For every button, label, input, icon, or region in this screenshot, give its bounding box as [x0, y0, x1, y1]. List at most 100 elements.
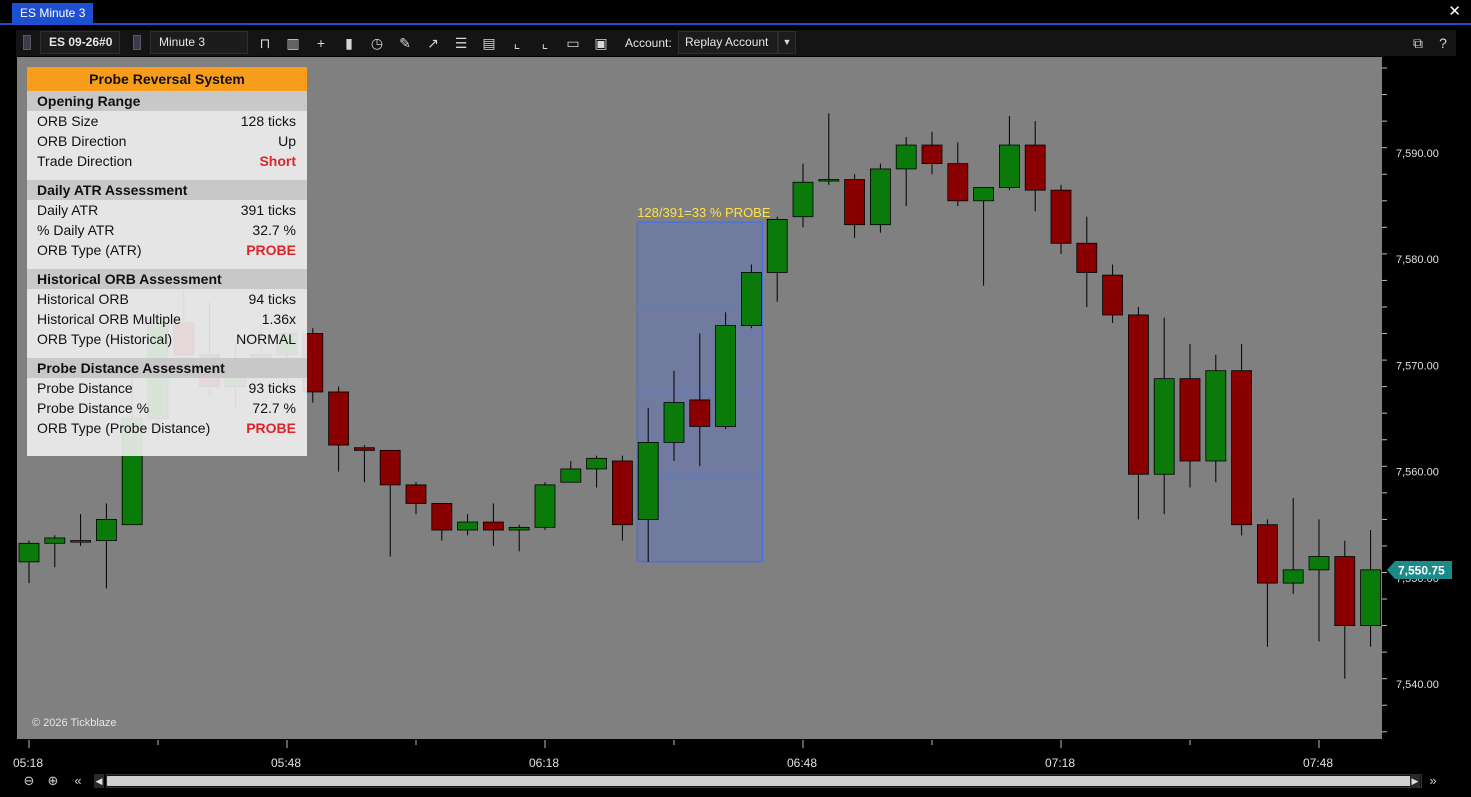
candle-up	[1308, 556, 1330, 571]
candle-up	[999, 144, 1020, 188]
candle-up	[586, 457, 607, 470]
row-value: 94 ticks	[248, 291, 296, 307]
row-probe-distance-pct: Probe Distance % 72.7 %	[27, 398, 307, 418]
candle-down	[1231, 370, 1252, 526]
candle-up	[973, 187, 994, 202]
scrollbar-thumb[interactable]	[107, 776, 1411, 786]
row-label: ORB Type (Probe Distance)	[37, 420, 211, 436]
row-orb-type-atr: ORB Type (ATR) PROBE	[27, 240, 307, 260]
row-trade-direction: Trade Direction Short	[27, 151, 307, 171]
price-tick-label: 7,590.00	[1396, 148, 1439, 160]
price-tick-label: 7,570.00	[1396, 360, 1439, 372]
chart-bottombar: ⊖ ⊕ « ◀ ▶ »	[16, 772, 1456, 790]
copyright-label: © 2026 Tickblaze	[32, 717, 117, 729]
row-value: PROBE	[246, 420, 296, 436]
current-price-label: 7,550.75	[1398, 564, 1445, 578]
candle-up	[741, 272, 762, 326]
horizontal-scrollbar[interactable]	[106, 774, 1422, 788]
section-historical-orb: Historical ORB Assessment	[27, 269, 307, 289]
candle-up	[1360, 569, 1381, 626]
candle-up	[70, 540, 91, 543]
candle-down	[612, 460, 633, 526]
price-tick-label: 7,560.00	[1396, 467, 1439, 479]
candle-up	[1282, 569, 1304, 584]
row-label: Historical ORB	[37, 291, 129, 307]
row-label: ORB Type (ATR)	[37, 242, 142, 258]
candle-down	[328, 391, 350, 446]
scroll-left-icon[interactable]: ◀	[94, 774, 104, 788]
row-label: Daily ATR	[37, 202, 99, 218]
row-historical-orb: Historical ORB 94 ticks	[27, 289, 307, 309]
rewind-icon[interactable]: «	[69, 772, 87, 790]
candle-up	[663, 402, 685, 443]
candle-up	[792, 181, 814, 218]
row-value: 391 ticks	[240, 202, 296, 218]
candle-down	[405, 484, 427, 504]
row-label: Trade Direction	[37, 153, 133, 169]
row-value: 32.7 %	[252, 222, 296, 238]
row-value: Short	[259, 153, 296, 169]
row-label: ORB Direction	[37, 133, 127, 149]
row-label: ORB Type (Historical)	[37, 331, 173, 347]
row-orb-type-probe: ORB Type (Probe Distance) PROBE	[27, 418, 307, 438]
time-tick-label: 05:18	[13, 756, 43, 770]
candle-down	[1334, 556, 1356, 626]
candle-up	[560, 468, 582, 483]
candle-down	[482, 521, 504, 531]
row-value: 72.7 %	[252, 400, 296, 416]
row-pct-daily-atr: % Daily ATR 32.7 %	[27, 220, 307, 240]
candle-down	[1024, 144, 1046, 191]
candle-down	[379, 449, 401, 486]
row-label: Probe Distance %	[37, 400, 150, 416]
candle-down	[921, 144, 943, 165]
row-label: ORB Size	[37, 113, 99, 129]
row-label: % Daily ATR	[37, 222, 115, 238]
candle-up	[508, 526, 530, 531]
row-probe-distance: Probe Distance 93 ticks	[27, 378, 307, 398]
probe-reversal-panel: Probe Reversal System Opening Range ORB …	[27, 67, 307, 456]
candle-down	[1257, 524, 1278, 584]
candle-down	[1102, 274, 1123, 316]
candle-up	[715, 325, 736, 427]
row-value: PROBE	[246, 242, 296, 258]
candle-up	[18, 542, 40, 563]
candle-up	[44, 537, 66, 544]
time-tick-label: 07:18	[1045, 756, 1075, 770]
candle-up	[895, 144, 917, 170]
time-tick-label: 05:48	[271, 756, 301, 770]
time-tick-label: 07:48	[1303, 756, 1333, 770]
candle-down	[353, 447, 375, 451]
row-orb-direction: ORB Direction Up	[27, 131, 307, 151]
zoom-out-icon[interactable]: ⊖	[20, 772, 38, 790]
row-label: Probe Distance	[37, 380, 133, 396]
section-opening-range: Opening Range	[27, 91, 307, 111]
probe-annotation: 128/391=33 % PROBE	[637, 205, 771, 220]
candle-up	[766, 218, 788, 273]
scroll-right-icon[interactable]: ▶	[1410, 774, 1420, 788]
candle-down	[1050, 189, 1072, 244]
candle-down	[947, 163, 969, 202]
candle-down	[431, 503, 453, 531]
row-value: 93 ticks	[248, 380, 296, 396]
row-value: 128 ticks	[240, 113, 296, 129]
candle-down	[1179, 378, 1201, 462]
candle-up	[457, 521, 479, 531]
row-value: NORMAL	[236, 331, 296, 347]
row-historical-orb-multiple: Historical ORB Multiple 1.36x	[27, 309, 307, 329]
panel-title: Probe Reversal System	[27, 67, 307, 91]
time-tick-label: 06:18	[529, 756, 559, 770]
candle-up	[96, 518, 117, 542]
candle-down	[689, 399, 711, 427]
zoom-in-icon[interactable]: ⊕	[44, 772, 62, 790]
row-daily-atr: Daily ATR 391 ticks	[27, 200, 307, 220]
candle-down	[1128, 314, 1149, 475]
price-tick-label: 7,580.00	[1396, 254, 1439, 266]
candle-up	[818, 179, 840, 182]
fast-forward-icon[interactable]: »	[1424, 772, 1442, 790]
row-label: Historical ORB Multiple	[37, 311, 181, 327]
row-orb-type-historical: ORB Type (Historical) NORMAL	[27, 329, 307, 349]
row-value: Up	[278, 133, 296, 149]
candle-up	[870, 168, 891, 226]
candle-up	[1205, 370, 1227, 462]
candle-up	[1153, 378, 1175, 475]
